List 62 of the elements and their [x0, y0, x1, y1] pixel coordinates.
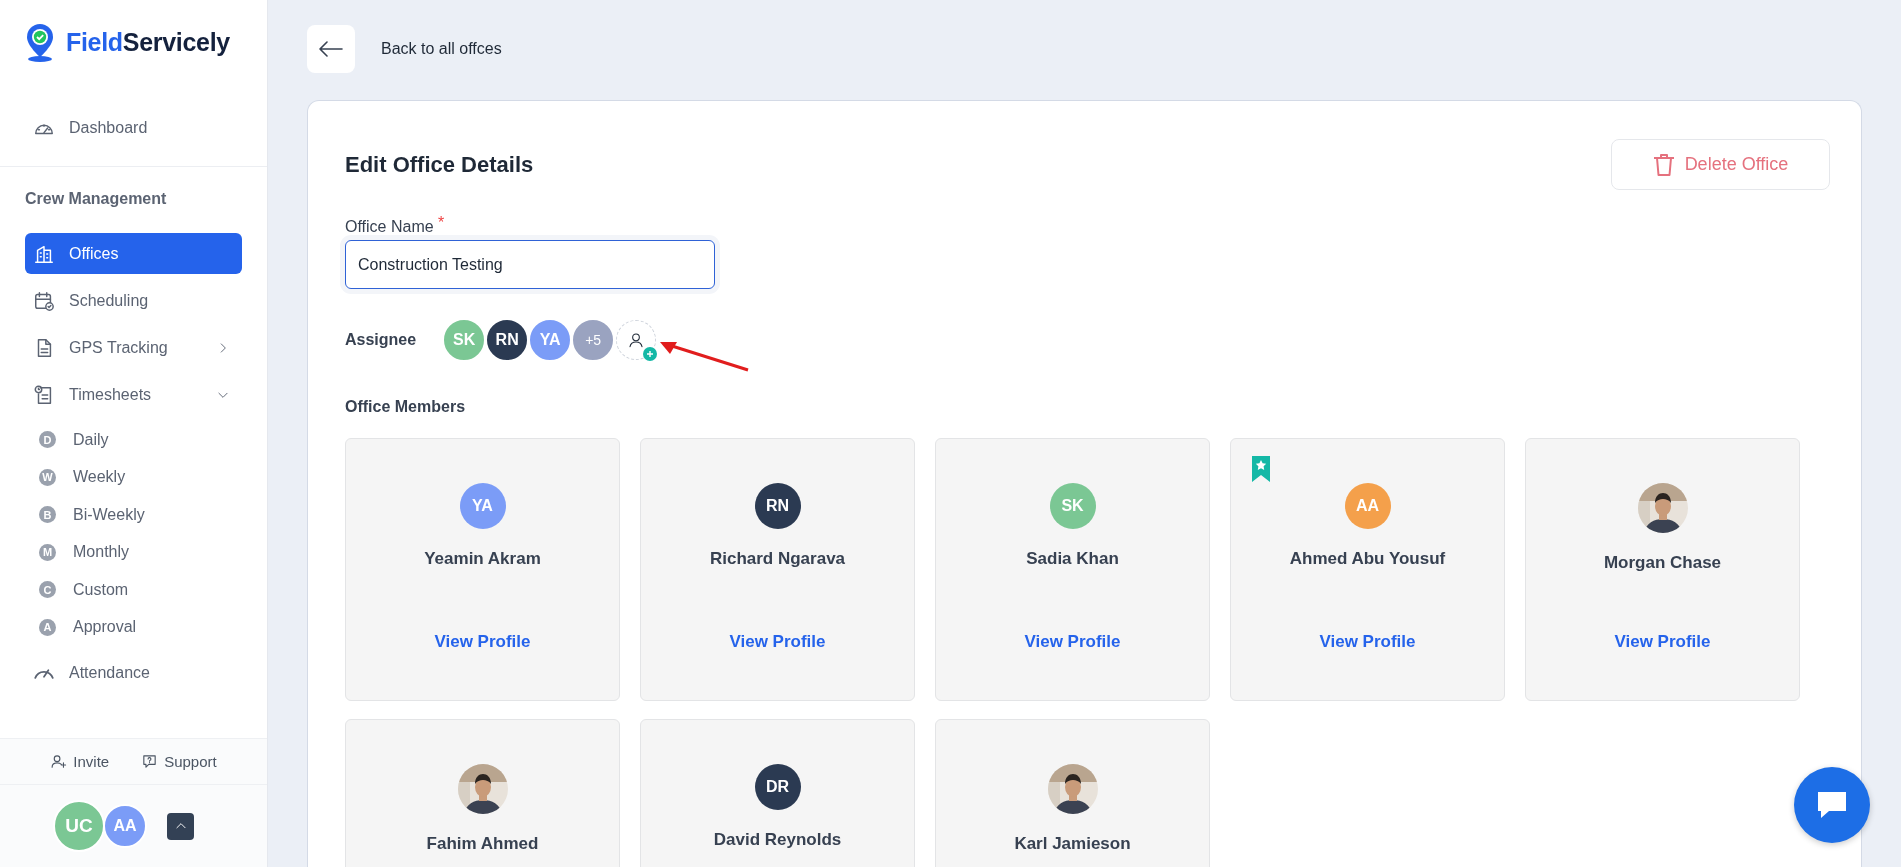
nav-item[interactable]: Dashboard	[25, 107, 242, 148]
member-name: Yeamin Akram	[424, 549, 541, 569]
nav-item[interactable]: Attendance	[25, 652, 242, 693]
nav-item[interactable]: Scheduling	[25, 280, 242, 321]
help-icon	[141, 753, 159, 770]
logo-icon	[24, 22, 56, 62]
letter-badge: B	[39, 506, 56, 524]
letter-badge: M	[39, 543, 56, 561]
member-name: David Reynolds	[713, 830, 842, 850]
member-name: Richard Ngarava	[709, 549, 846, 569]
letter-badge: W	[39, 468, 56, 486]
assignee-avatar[interactable]: RN	[485, 318, 530, 362]
nav-subitem[interactable]: W Weekly	[0, 458, 267, 496]
nav-item[interactable]: Offices	[25, 233, 242, 274]
footer-link[interactable]: Invite	[50, 753, 110, 770]
page-title: Edit Office Details	[345, 151, 534, 178]
view-profile-link[interactable]: View Profile	[729, 632, 826, 652]
add-user-icon	[50, 753, 68, 770]
view-profile-link[interactable]: View Profile	[1024, 632, 1121, 652]
user-icon	[628, 332, 645, 348]
speedometer-icon	[33, 666, 55, 679]
member-name: Sadia Khan	[1026, 549, 1119, 569]
nav-subitem[interactable]: C Custom	[0, 571, 267, 609]
view-profile-link[interactable]: View Profile	[434, 632, 531, 652]
assignee-label: Assignee	[345, 331, 417, 349]
trash-icon	[1652, 152, 1675, 177]
expand-button[interactable]	[167, 812, 194, 840]
add-assignee-button[interactable]	[616, 320, 657, 360]
back-arrow-icon	[319, 41, 343, 57]
footer-link[interactable]: Support	[141, 753, 217, 770]
member-name: Morgan Chase	[1603, 553, 1722, 573]
calendar-icon	[33, 289, 55, 312]
nav-subitem[interactable]: B Bi-Weekly	[0, 496, 267, 534]
member-avatar: DR	[754, 764, 801, 810]
view-profile-link[interactable]: View Profile	[1614, 632, 1711, 652]
section-title: Crew Management	[25, 189, 168, 209]
view-profile-link[interactable]: View Profile	[1319, 632, 1416, 652]
brand-name: FieldServicely	[66, 27, 230, 57]
member-avatar: AA	[1344, 483, 1391, 529]
member-avatar: SK	[1049, 483, 1096, 529]
nav-subitem[interactable]: D Daily	[0, 421, 267, 459]
member-name: Karl Jamieson	[1014, 834, 1131, 854]
field-label: Office Name	[345, 218, 434, 235]
letter-badge: D	[39, 431, 56, 449]
letter-badge: C	[39, 581, 56, 599]
back-button[interactable]	[307, 25, 355, 73]
nav-item[interactable]: Timesheets	[25, 374, 242, 415]
delete-button[interactable]: Delete Office	[1611, 139, 1830, 190]
chat-icon	[1815, 789, 1849, 821]
back-label: Back to all offces	[381, 40, 502, 58]
nav-subitem[interactable]: A Approval	[0, 608, 267, 646]
section-title: Office Members	[345, 398, 467, 416]
nav-item[interactable]: GPS Tracking	[25, 327, 242, 368]
member-avatar: RN	[754, 483, 801, 529]
member-name: Fahim Ahmed	[426, 834, 539, 854]
plus-icon	[643, 347, 658, 361]
input-field[interactable]: Construction Testing	[345, 240, 715, 289]
member-name: Ahmed Abu Yousuf	[1289, 549, 1446, 569]
letter-badge: A	[39, 618, 56, 636]
nav-subitem[interactable]: M Monthly	[0, 533, 267, 571]
required-mark: *	[438, 214, 445, 231]
member-avatar: YA	[459, 483, 506, 529]
